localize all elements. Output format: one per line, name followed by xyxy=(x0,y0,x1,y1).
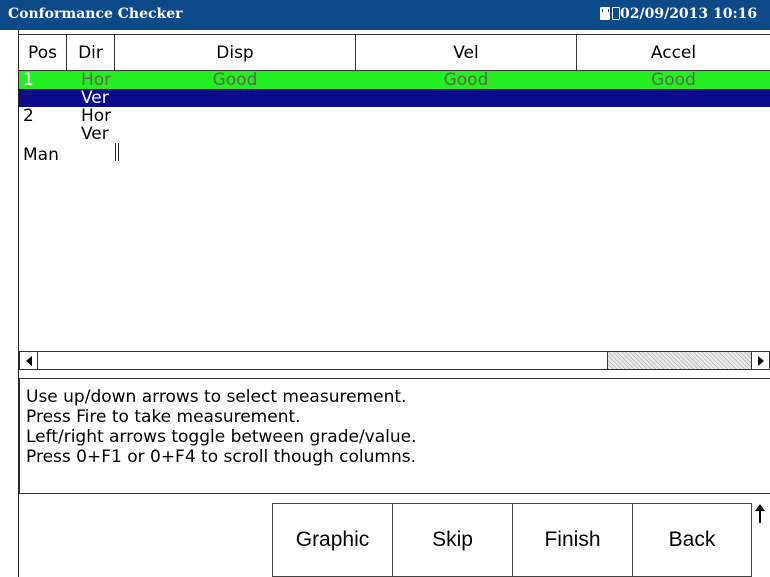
measurement-table: Pos Dir Disp Vel Accel 1 Hor Good Good G… xyxy=(19,34,770,353)
cell-accel: Good xyxy=(651,70,696,90)
cell-disp: Good xyxy=(212,70,258,90)
arrow-up-icon[interactable] xyxy=(754,504,766,524)
cell-dir: Ver xyxy=(81,88,109,108)
button-bar: Graphic Skip Finish Back xyxy=(272,503,752,577)
skip-button[interactable]: Skip xyxy=(393,503,513,577)
cell-pos: 2 xyxy=(23,106,34,126)
column-header-vel[interactable]: Vel xyxy=(356,35,577,71)
title-bar: Conformance Checker 02/09/2013 10:16 xyxy=(0,0,770,30)
instructions-panel: Use up/down arrows to select measurement… xyxy=(19,378,770,494)
scroll-track[interactable] xyxy=(608,352,751,369)
app-window: Conformance Checker 02/09/2013 10:16 Pos… xyxy=(0,0,770,577)
instruction-line: Press Fire to take measurement. xyxy=(26,407,301,427)
list-item-man[interactable]: Man xyxy=(23,146,59,164)
scroll-right-button[interactable] xyxy=(751,352,769,369)
table-row-selected[interactable]: Ver xyxy=(19,89,770,107)
datetime: 02/09/2013 10:16 xyxy=(620,6,758,22)
cell-vel: Good xyxy=(443,70,489,90)
column-divider xyxy=(118,143,119,161)
cell-dir: Ver xyxy=(81,124,109,144)
scroll-left-arrow-icon xyxy=(25,355,32,366)
scroll-right-arrow-icon xyxy=(757,355,764,366)
window-title: Conformance Checker xyxy=(8,6,183,22)
graphic-button[interactable]: Graphic xyxy=(272,503,393,577)
column-header-dir[interactable]: Dir xyxy=(67,35,115,71)
cell-pos: 1 xyxy=(23,70,34,90)
instruction-line: Left/right arrows toggle between grade/v… xyxy=(26,427,417,447)
column-header-pos[interactable]: Pos xyxy=(19,35,67,71)
back-button[interactable]: Back xyxy=(633,503,752,577)
horizontal-scrollbar[interactable] xyxy=(19,351,770,370)
table-row[interactable]: 2 Hor xyxy=(19,107,770,125)
table-row[interactable]: 1 Hor Good Good Good xyxy=(19,71,770,89)
column-header-accel[interactable]: Accel xyxy=(577,35,770,71)
table-header: Pos Dir Disp Vel Accel xyxy=(19,35,770,71)
finish-button[interactable]: Finish xyxy=(513,503,633,577)
cell-dir: Hor xyxy=(81,106,112,126)
scroll-thumb[interactable] xyxy=(38,352,608,369)
instruction-line: Press 0+F1 or 0+F4 to scroll though colu… xyxy=(26,447,417,467)
column-header-disp[interactable]: Disp xyxy=(115,35,356,71)
scroll-left-button[interactable] xyxy=(20,352,38,369)
sd-card-icon xyxy=(600,7,610,20)
battery-icon xyxy=(612,7,620,20)
cell-dir: Hor xyxy=(81,70,112,90)
table-row[interactable]: Ver xyxy=(19,125,770,143)
instruction-line: Use up/down arrows to select measurement… xyxy=(26,387,407,407)
column-divider xyxy=(115,143,116,161)
